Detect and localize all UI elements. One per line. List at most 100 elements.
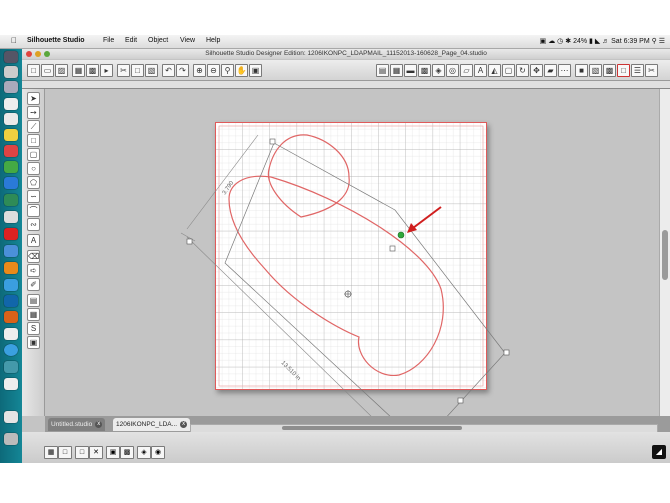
pan-icon[interactable]: ✋: [235, 64, 248, 77]
arc-tool-icon[interactable]: ⌒: [27, 204, 40, 217]
app-icon-2[interactable]: [4, 194, 18, 206]
cut-settings-icon[interactable]: ✂: [645, 64, 658, 77]
group-icon[interactable]: ▣: [106, 446, 120, 459]
contacts-icon[interactable]: [4, 113, 18, 125]
vertical-scroll-thumb[interactable]: [662, 230, 668, 280]
resize-handle[interactable]: [503, 349, 510, 356]
compound-path-icon[interactable]: ◈: [137, 446, 151, 459]
knife-tool-icon[interactable]: ➪: [27, 264, 40, 277]
text-tool-icon[interactable]: A: [27, 234, 40, 247]
fit-page-icon[interactable]: ▣: [249, 64, 262, 77]
grid-icon[interactable]: ▦: [390, 64, 403, 77]
close-icon[interactable]: x: [180, 420, 188, 428]
apple-icon[interactable]: : [11, 36, 17, 45]
line-color-icon[interactable]: □: [617, 64, 630, 77]
zoom-in-icon[interactable]: ⊕: [193, 64, 206, 77]
line-style-icon[interactable]: ☰: [631, 64, 644, 77]
notes-icon[interactable]: [4, 129, 18, 141]
app-icon-9[interactable]: [4, 361, 18, 373]
new-icon[interactable]: □: [27, 64, 40, 77]
send-icon[interactable]: ▸: [100, 64, 113, 77]
zoom-out-icon[interactable]: ⊖: [207, 64, 220, 77]
illustrator-icon[interactable]: [4, 311, 18, 323]
paste-icon[interactable]: ▧: [145, 64, 158, 77]
gradient-icon[interactable]: ▧: [589, 64, 602, 77]
eraser-tool-icon[interactable]: ⌫: [27, 250, 40, 263]
save-icon[interactable]: ▨: [55, 64, 68, 77]
resize-handle[interactable]: [457, 397, 464, 404]
app-icon-6[interactable]: [4, 279, 18, 291]
menu-object[interactable]: Object: [148, 37, 168, 44]
resize-handle[interactable]: [186, 238, 193, 245]
app-icon-3[interactable]: [4, 211, 18, 223]
zoom-window-button[interactable]: [44, 51, 50, 57]
rotate-icon[interactable]: ↻: [516, 64, 529, 77]
menu-help[interactable]: Help: [206, 37, 220, 44]
line-tool-icon[interactable]: ⟋: [27, 120, 40, 133]
menu-list-icon[interactable]: ☰: [659, 38, 665, 45]
launchpad-icon[interactable]: [4, 66, 18, 78]
copy-icon[interactable]: □: [131, 64, 144, 77]
library-panel-icon[interactable]: ▦: [27, 308, 40, 321]
resize-handle[interactable]: [269, 138, 276, 145]
library-icon[interactable]: ▦: [72, 64, 85, 77]
zoom-box-icon[interactable]: ⚲: [221, 64, 234, 77]
acrobat-icon[interactable]: [4, 378, 18, 390]
camera-icon[interactable]: ▣: [540, 38, 547, 45]
close-window-button[interactable]: [26, 51, 32, 57]
resize-corner-icon[interactable]: ◢: [652, 445, 666, 459]
wifi-icon[interactable]: ◣: [595, 38, 600, 45]
open-icon[interactable]: ▭: [41, 64, 54, 77]
duplicate-icon[interactable]: □: [75, 446, 89, 459]
resize-handle[interactable]: [389, 245, 396, 252]
reminders-icon[interactable]: [4, 145, 18, 157]
select-all-icon[interactable]: ▦: [44, 446, 58, 459]
vertical-scrollbar[interactable]: [659, 89, 670, 416]
volume-icon[interactable]: ♬: [602, 38, 609, 45]
polygon-tool-icon[interactable]: ⬠: [27, 176, 40, 189]
menu-file[interactable]: File: [103, 37, 114, 44]
page-settings-icon[interactable]: ▤: [376, 64, 389, 77]
delete-icon[interactable]: ✕: [89, 446, 103, 459]
menu-edit[interactable]: Edit: [125, 37, 137, 44]
trash-icon[interactable]: [4, 433, 18, 445]
eyedropper-tool-icon[interactable]: ✐: [27, 278, 40, 291]
cut-icon[interactable]: ✂: [117, 64, 130, 77]
battery-percent[interactable]: 24%: [573, 38, 587, 45]
select-tool-icon[interactable]: ➤: [27, 92, 40, 105]
registration-icon[interactable]: ▣: [27, 336, 40, 349]
tab-current-document[interactable]: 1206IKONPC_LDA... x: [113, 418, 191, 431]
curve-tool-icon[interactable]: ∽: [27, 190, 40, 203]
menu-view[interactable]: View: [180, 37, 195, 44]
text-style-icon[interactable]: A: [474, 64, 487, 77]
facetime-icon[interactable]: [4, 161, 18, 173]
redo-icon[interactable]: ↷: [176, 64, 189, 77]
safari-icon[interactable]: [4, 177, 18, 189]
spotlight-icon[interactable]: ⚲: [652, 38, 657, 45]
design-canvas[interactable]: 3.790 13.510 in: [45, 89, 658, 416]
app-icon-8[interactable]: [4, 344, 18, 356]
ungroup-icon[interactable]: ▩: [120, 446, 134, 459]
app-icon-5[interactable]: [4, 245, 18, 257]
offset-icon[interactable]: ◎: [446, 64, 459, 77]
rotate-handle[interactable]: [397, 231, 405, 239]
scale-icon[interactable]: ▢: [502, 64, 515, 77]
minimize-window-button[interactable]: [35, 51, 41, 57]
app-icon[interactable]: [4, 81, 18, 93]
layers-icon[interactable]: ▤: [27, 294, 40, 307]
finder-icon[interactable]: [4, 51, 18, 63]
print-icon[interactable]: ▩: [86, 64, 99, 77]
edit-points-icon[interactable]: ➙: [27, 106, 40, 119]
points-icon[interactable]: ⋯: [558, 64, 571, 77]
modify-icon[interactable]: ◈: [432, 64, 445, 77]
battery-icon[interactable]: ▮: [589, 38, 593, 45]
release-path-icon[interactable]: ◉: [151, 446, 165, 459]
undo-icon[interactable]: ↶: [162, 64, 175, 77]
align-icon[interactable]: ▬: [404, 64, 417, 77]
photoshop-icon[interactable]: [4, 295, 18, 307]
calendar-icon[interactable]: [4, 98, 18, 110]
ellipse-tool-icon[interactable]: ○: [27, 162, 40, 175]
fill-color-icon[interactable]: ■: [575, 64, 588, 77]
transform-icon[interactable]: ◭: [488, 64, 501, 77]
rounded-rect-tool-icon[interactable]: ▢: [27, 148, 40, 161]
